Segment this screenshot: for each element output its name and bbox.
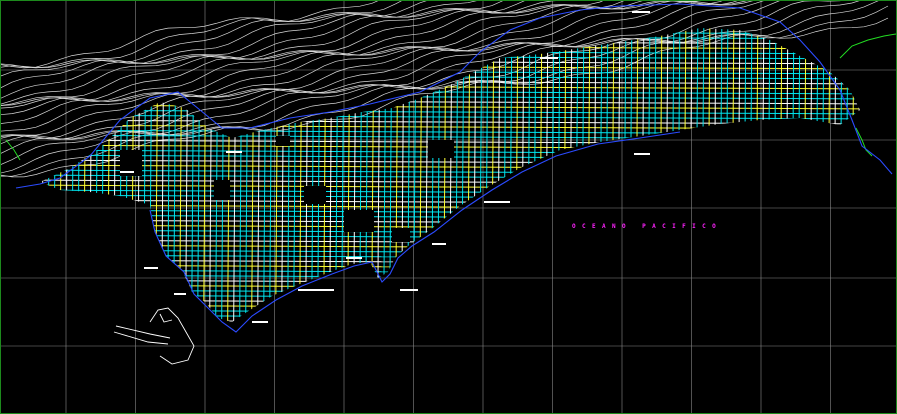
cad-map-viewport[interactable]: OCEANO PACIFICO bbox=[0, 0, 897, 414]
drawing-frame-border bbox=[0, 0, 897, 414]
